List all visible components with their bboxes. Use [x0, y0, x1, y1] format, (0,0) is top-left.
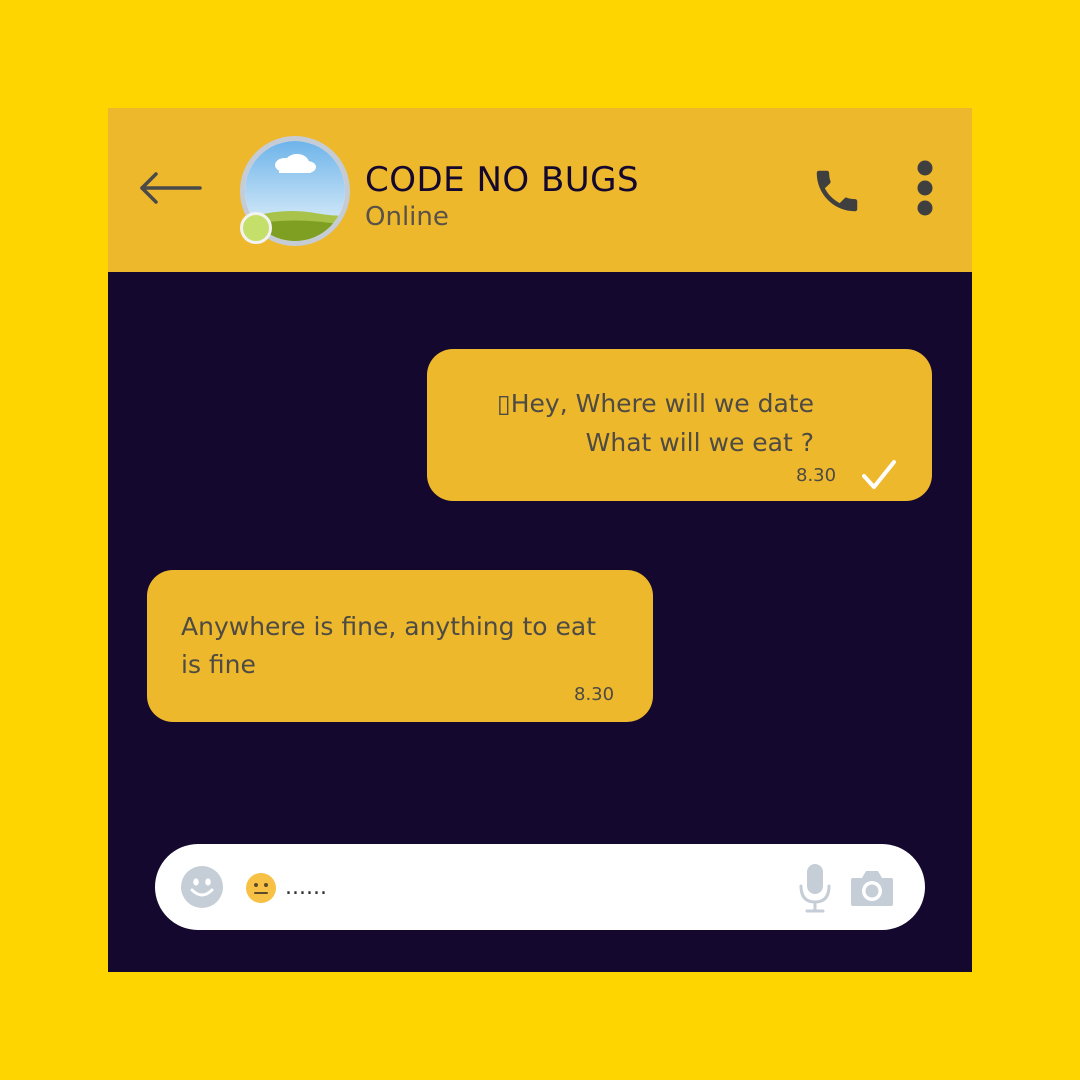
smiley-icon [181, 866, 223, 908]
more-options-button[interactable] [910, 160, 940, 216]
message-text: Anywhere is fine, anything to eat is fin… [181, 612, 597, 679]
call-button[interactable] [810, 164, 864, 218]
sent-message-bubble[interactable]: ▯Hey, Where will we date What will we ea… [427, 349, 932, 501]
contact-status: Online [365, 202, 449, 232]
neutral-face-emoji-icon [246, 873, 276, 903]
chat-header: CODE NO BUGS Online [108, 108, 972, 272]
arrow-left-icon [140, 172, 202, 204]
check-icon [862, 460, 896, 489]
camera-icon [851, 871, 893, 906]
emoji-button[interactable] [181, 866, 223, 908]
message-composer [155, 844, 925, 930]
online-indicator [240, 212, 272, 244]
back-button[interactable] [136, 168, 206, 208]
microphone-button[interactable] [797, 862, 833, 914]
microphone-icon [799, 864, 831, 913]
message-timestamp: 8.30 [574, 684, 615, 705]
message-timestamp: 8.30 [796, 465, 837, 486]
phone-icon [816, 170, 858, 212]
chat-window: CODE NO BUGS Online ▯Hey, Where will we … [108, 108, 972, 972]
message-text-line: What will we eat ? [585, 428, 814, 457]
message-text-line: ▯Hey, Where will we date [496, 389, 814, 418]
contact-name: CODE NO BUGS [365, 160, 640, 200]
vertical-dots-icon [917, 160, 933, 216]
camera-button[interactable] [849, 866, 895, 910]
received-message-bubble[interactable]: Anywhere is fine, anything to eat is fin… [147, 570, 653, 722]
contact-avatar[interactable] [240, 136, 350, 246]
message-input[interactable] [285, 868, 755, 906]
